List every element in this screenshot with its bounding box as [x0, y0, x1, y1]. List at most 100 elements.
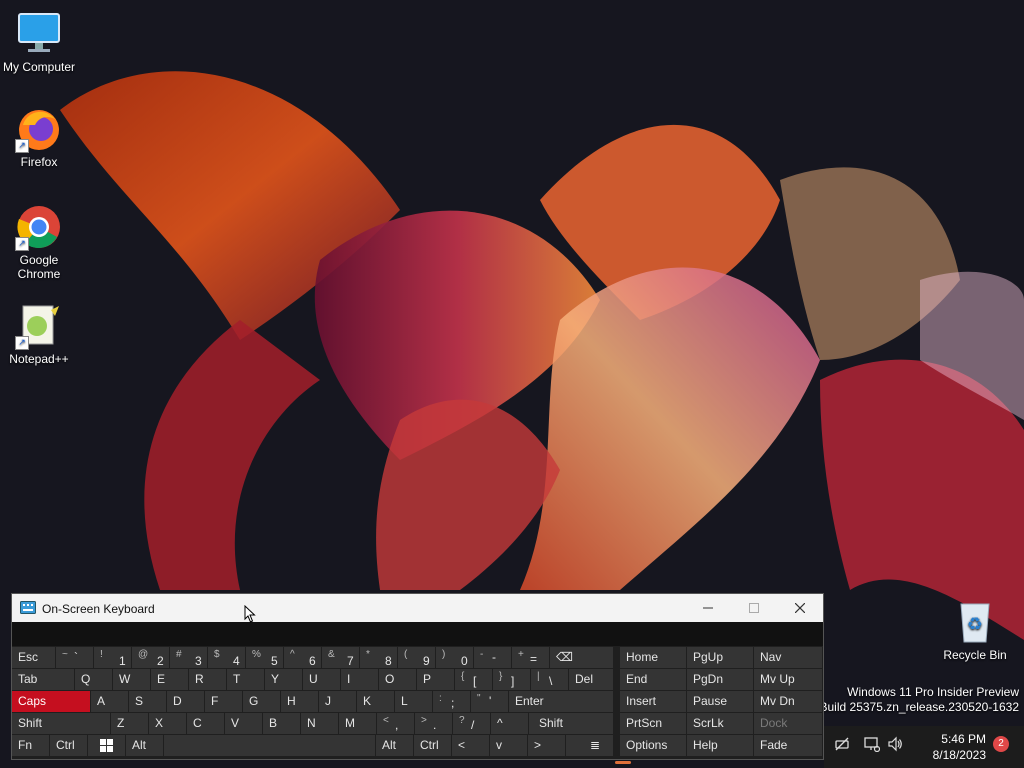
key-backslash[interactable]: | \ — [531, 669, 568, 690]
key-o[interactable]: O — [379, 669, 416, 690]
key-pgup[interactable]: PgUp — [687, 647, 753, 668]
key-0[interactable]: ) 0 — [436, 647, 473, 668]
key-t[interactable]: T — [227, 669, 264, 690]
key-tab[interactable]: Tab — [12, 669, 74, 690]
key-p[interactable]: P — [417, 669, 454, 690]
osk-title-bar[interactable]: On-Screen Keyboard — [12, 594, 823, 622]
key-s[interactable]: S — [129, 691, 166, 712]
maximize-button[interactable] — [731, 594, 777, 622]
key-prtscn[interactable]: PrtScn — [620, 713, 686, 734]
key-slash[interactable]: ? / — [453, 713, 490, 734]
taskbar-clock[interactable]: 5:46 PM 8/18/2023 — [933, 731, 986, 763]
menu-icon: ≣ — [590, 738, 601, 752]
key-b[interactable]: B — [263, 713, 300, 734]
key-space[interactable] — [164, 735, 375, 756]
key-backtick[interactable]: ~ ` — [56, 647, 93, 668]
notification-badge[interactable]: 2 — [993, 736, 1009, 752]
key-minus[interactable]: -- — [474, 647, 511, 668]
key-a[interactable]: A — [91, 691, 128, 712]
desktop-icon-recycle-bin[interactable]: ♻ Recycle Bin — [936, 598, 1014, 662]
key-c[interactable]: C — [187, 713, 224, 734]
key-ctrl-left[interactable]: Ctrl — [50, 735, 87, 756]
key-mv-up[interactable]: Mv Up — [754, 669, 822, 690]
display-network-icon[interactable] — [864, 736, 880, 752]
key-6[interactable]: ^ 6 — [284, 647, 321, 668]
key-alt-left[interactable]: Alt — [126, 735, 163, 756]
key-z[interactable]: Z — [111, 713, 148, 734]
key-e[interactable]: E — [151, 669, 188, 690]
key-4[interactable]: $4 — [208, 647, 245, 668]
key-f[interactable]: F — [205, 691, 242, 712]
key-insert[interactable]: Insert — [620, 691, 686, 712]
key-8[interactable]: * 8 — [360, 647, 397, 668]
key-help[interactable]: Help — [687, 735, 753, 756]
key-w[interactable]: W — [113, 669, 150, 690]
key-arrow-right[interactable]: > — [528, 735, 565, 756]
key-semicolon[interactable]: :; — [433, 691, 470, 712]
key-m[interactable]: M — [339, 713, 376, 734]
key-shift-right[interactable]: Shift — [529, 713, 613, 734]
key-h[interactable]: H — [281, 691, 318, 712]
arrow-up-icon: ^ — [497, 716, 503, 730]
desktop-icon-notepad-plus-plus[interactable]: ↗ Notepad++ — [0, 302, 78, 366]
key-caps-lock[interactable]: Caps — [12, 691, 90, 712]
key-open-bracket[interactable]: {[ — [455, 669, 492, 690]
key-fade[interactable]: Fade — [754, 735, 822, 756]
key-mv-dn[interactable]: Mv Dn — [754, 691, 822, 712]
key-fn[interactable]: Fn — [12, 735, 49, 756]
key-nav[interactable]: Nav — [754, 647, 822, 668]
key-backspace[interactable]: ⌫ — [550, 647, 613, 668]
key-1[interactable]: ! 1 — [94, 647, 131, 668]
key-dock[interactable]: Dock — [754, 713, 822, 734]
key-close-bracket[interactable]: }] — [493, 669, 530, 690]
key-ctrl-right[interactable]: Ctrl — [414, 735, 451, 756]
key-home[interactable]: Home — [620, 647, 686, 668]
key-arrow-up[interactable]: ^ — [491, 713, 528, 734]
shift-right-label: Shift — [539, 716, 564, 730]
key-i[interactable]: I — [341, 669, 378, 690]
key-equals[interactable]: + = — [512, 647, 549, 668]
key-k[interactable]: K — [357, 691, 394, 712]
key-pgdn[interactable]: PgDn — [687, 669, 753, 690]
key-comma[interactable]: <, — [377, 713, 414, 734]
key-l[interactable]: L — [395, 691, 432, 712]
desktop-icon-my-computer[interactable]: My Computer — [0, 10, 78, 74]
key-menu[interactable]: ≣ — [566, 735, 613, 756]
key-j[interactable]: J — [319, 691, 356, 712]
key-enter[interactable]: Enter — [509, 691, 613, 712]
key-d[interactable]: D — [167, 691, 204, 712]
key-pause[interactable]: Pause — [687, 691, 753, 712]
key-q[interactable]: Q — [75, 669, 112, 690]
key-g[interactable]: G — [243, 691, 280, 712]
key-3[interactable]: #3 — [170, 647, 207, 668]
key-scrlk[interactable]: ScrLk — [687, 713, 753, 734]
key-5[interactable]: % 5 — [246, 647, 283, 668]
key-7[interactable]: & 7 — [322, 647, 359, 668]
key-options[interactable]: Options — [620, 735, 686, 756]
desktop-icon-chrome[interactable]: ↗ Google Chrome — [0, 203, 78, 281]
key-n[interactable]: N — [301, 713, 338, 734]
key-arrow-down[interactable]: v — [490, 735, 527, 756]
key-r[interactable]: R — [189, 669, 226, 690]
key-9[interactable]: (9 — [398, 647, 435, 668]
key-period[interactable]: >. — [415, 713, 452, 734]
key-y[interactable]: Y — [265, 669, 302, 690]
key-shift-left[interactable]: Shift — [12, 713, 110, 734]
key-char: 4 — [233, 654, 240, 668]
key-end[interactable]: End — [620, 669, 686, 690]
desktop-icon-firefox[interactable]: ↗ Firefox — [0, 105, 78, 169]
key-v[interactable]: V — [225, 713, 262, 734]
key-windows[interactable] — [88, 735, 125, 756]
key-arrow-left[interactable]: < — [452, 735, 489, 756]
key-u[interactable]: U — [303, 669, 340, 690]
key-quote[interactable]: " ' — [471, 691, 508, 712]
key-x[interactable]: X — [149, 713, 186, 734]
volume-icon[interactable] — [887, 736, 903, 752]
minimize-button[interactable] — [685, 594, 731, 622]
key-alt-right[interactable]: Alt — [376, 735, 413, 756]
key-del[interactable]: Del — [569, 669, 613, 690]
key-esc[interactable]: Esc — [12, 647, 55, 668]
key-2[interactable]: @2 — [132, 647, 169, 668]
network-disconnected-icon[interactable] — [834, 736, 850, 752]
close-button[interactable] — [777, 594, 823, 622]
